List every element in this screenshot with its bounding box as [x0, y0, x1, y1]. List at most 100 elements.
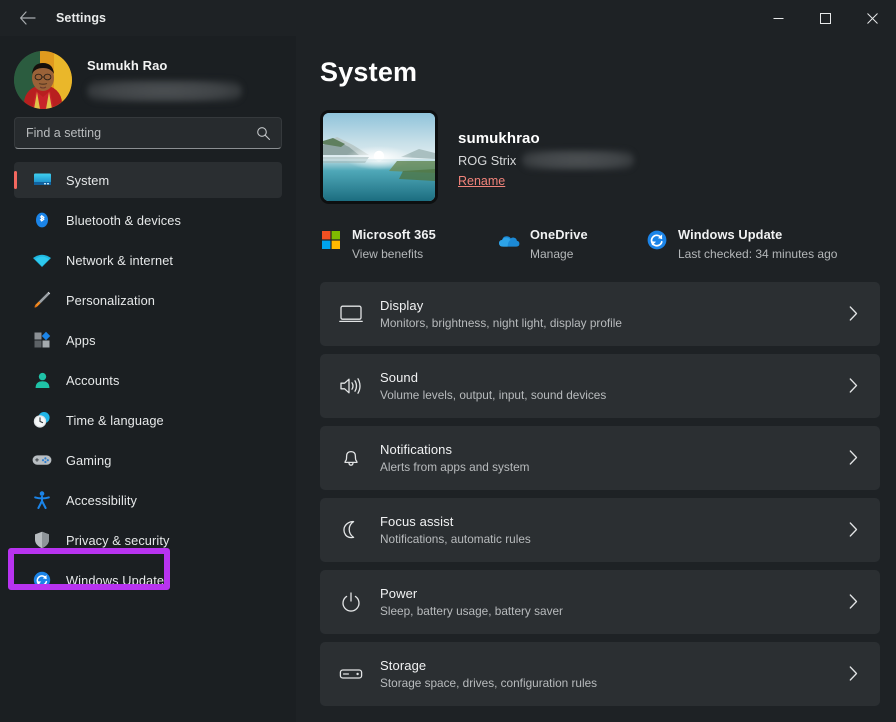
close-button[interactable]: [849, 0, 896, 36]
back-arrow-icon: [19, 11, 36, 25]
settings-card-subtitle: Volume levels, output, input, sound devi…: [380, 388, 606, 402]
settings-card-subtitle: Notifications, automatic rules: [380, 532, 531, 546]
sidebar: Sumukh Rao: [0, 36, 296, 722]
settings-card-display[interactable]: Display Monitors, brightness, night ligh…: [320, 282, 880, 346]
gamepad-icon: [32, 450, 52, 470]
quick-link-onedrive[interactable]: OneDrive Manage: [498, 226, 646, 261]
chevron-right-icon: [849, 378, 858, 398]
sidebar-item-label: Time & language: [66, 413, 164, 428]
quick-link-title: Microsoft 365: [352, 227, 436, 242]
quick-link-windows-update[interactable]: Windows Update Last checked: 34 minutes …: [646, 226, 837, 261]
settings-card-subtitle: Storage space, drives, configuration rul…: [380, 676, 597, 690]
settings-card-title: Focus assist: [380, 514, 531, 529]
sidebar-item-label: Gaming: [66, 453, 111, 468]
quick-link-subtitle: Last checked: 34 minutes ago: [678, 247, 837, 261]
quick-link-title: OneDrive: [530, 227, 588, 242]
sound-icon: [338, 373, 364, 399]
bell-icon: [338, 445, 364, 471]
rename-link[interactable]: Rename: [458, 174, 505, 188]
sidebar-item-label: Network & internet: [66, 253, 173, 268]
device-model: ROG Strix: [458, 153, 516, 168]
settings-cards: Display Monitors, brightness, night ligh…: [296, 282, 896, 706]
update-icon: [32, 570, 52, 590]
maximize-icon: [820, 13, 831, 24]
sidebar-item-privacy-security[interactable]: Privacy & security: [14, 522, 282, 558]
sidebar-item-label: Windows Update: [66, 573, 164, 588]
settings-card-title: Power: [380, 586, 563, 601]
account-name: Sumukh Rao: [87, 58, 242, 73]
settings-card-title: Sound: [380, 370, 606, 385]
sidebar-item-accessibility[interactable]: Accessibility: [14, 482, 282, 518]
storage-drive-icon: [338, 661, 364, 687]
moon-icon: [338, 517, 364, 543]
power-icon: [338, 589, 364, 615]
account-email-redacted: [87, 80, 242, 102]
back-button[interactable]: [10, 4, 44, 32]
sidebar-nav: System Bluetooth & devices: [0, 162, 296, 598]
settings-card-sound[interactable]: Sound Volume levels, output, input, soun…: [320, 354, 880, 418]
quick-link-microsoft-365[interactable]: Microsoft 365 View benefits: [320, 226, 498, 261]
quick-link-subtitle: View benefits: [352, 247, 436, 261]
sidebar-item-apps[interactable]: Apps: [14, 322, 282, 358]
shield-icon: [32, 530, 52, 550]
settings-card-notifications[interactable]: Notifications Alerts from apps and syste…: [320, 426, 880, 490]
chevron-right-icon: [849, 594, 858, 614]
apps-icon: [32, 330, 52, 350]
sidebar-item-label: Accounts: [66, 373, 119, 388]
onedrive-cloud-icon: [498, 229, 520, 251]
settings-card-focus-assist[interactable]: Focus assist Notifications, automatic ru…: [320, 498, 880, 562]
sidebar-item-network-internet[interactable]: Network & internet: [14, 242, 282, 278]
settings-card-subtitle: Alerts from apps and system: [380, 460, 529, 474]
search-icon: [256, 126, 271, 146]
page-title: System: [296, 36, 896, 88]
sidebar-item-label: Apps: [66, 333, 96, 348]
sidebar-item-label: Bluetooth & devices: [66, 213, 181, 228]
sidebar-item-label: Privacy & security: [66, 533, 170, 548]
minimize-icon: [773, 13, 784, 24]
chevron-right-icon: [849, 450, 858, 470]
display-icon: [338, 301, 364, 327]
chevron-right-icon: [849, 666, 858, 686]
sidebar-item-label: Accessibility: [66, 493, 137, 508]
settings-card-subtitle: Monitors, brightness, night light, displ…: [380, 316, 622, 330]
quick-link-subtitle: Manage: [530, 247, 588, 261]
quick-link-title: Windows Update: [678, 227, 782, 242]
avatar: [14, 51, 72, 109]
quick-links: Microsoft 365 View benefits OneDrive Man…: [296, 204, 896, 261]
microsoft-365-icon: [320, 229, 342, 251]
sidebar-item-gaming[interactable]: Gaming: [14, 442, 282, 478]
sidebar-item-windows-update[interactable]: Windows Update: [14, 562, 282, 598]
device-wallpaper-thumbnail: [320, 110, 438, 204]
windows-update-icon: [646, 229, 668, 251]
accessibility-icon: [32, 490, 52, 510]
search-box[interactable]: [14, 117, 282, 149]
minimize-button[interactable]: [755, 0, 802, 36]
settings-card-subtitle: Sleep, battery usage, battery saver: [380, 604, 563, 618]
sidebar-item-label: System: [66, 173, 109, 188]
settings-card-storage[interactable]: Storage Storage space, drives, configura…: [320, 642, 880, 706]
sidebar-item-time-language[interactable]: Time & language: [14, 402, 282, 438]
settings-card-power[interactable]: Power Sleep, battery usage, battery save…: [320, 570, 880, 634]
clock-icon: [32, 410, 52, 430]
person-icon: [32, 370, 52, 390]
sidebar-item-system[interactable]: System: [14, 162, 282, 198]
device-model-redacted: [522, 150, 634, 170]
sidebar-item-accounts[interactable]: Accounts: [14, 362, 282, 398]
sidebar-item-personalization[interactable]: Personalization: [14, 282, 282, 318]
sidebar-item-bluetooth-devices[interactable]: Bluetooth & devices: [14, 202, 282, 238]
settings-card-title: Storage: [380, 658, 597, 673]
chevron-right-icon: [849, 522, 858, 542]
paintbrush-icon: [32, 290, 52, 310]
title-bar: Settings: [0, 0, 896, 36]
settings-card-title: Notifications: [380, 442, 529, 457]
main-content: System: [296, 36, 896, 722]
search-input[interactable]: [15, 126, 281, 140]
settings-card-title: Display: [380, 298, 622, 313]
wifi-icon: [32, 250, 52, 270]
settings-window: Settings: [0, 0, 896, 722]
device-name: sumukhrao: [458, 130, 634, 147]
monitor-icon: [32, 170, 52, 190]
avatar-photo: [14, 51, 72, 109]
account-header[interactable]: Sumukh Rao: [0, 36, 296, 106]
maximize-button[interactable]: [802, 0, 849, 36]
